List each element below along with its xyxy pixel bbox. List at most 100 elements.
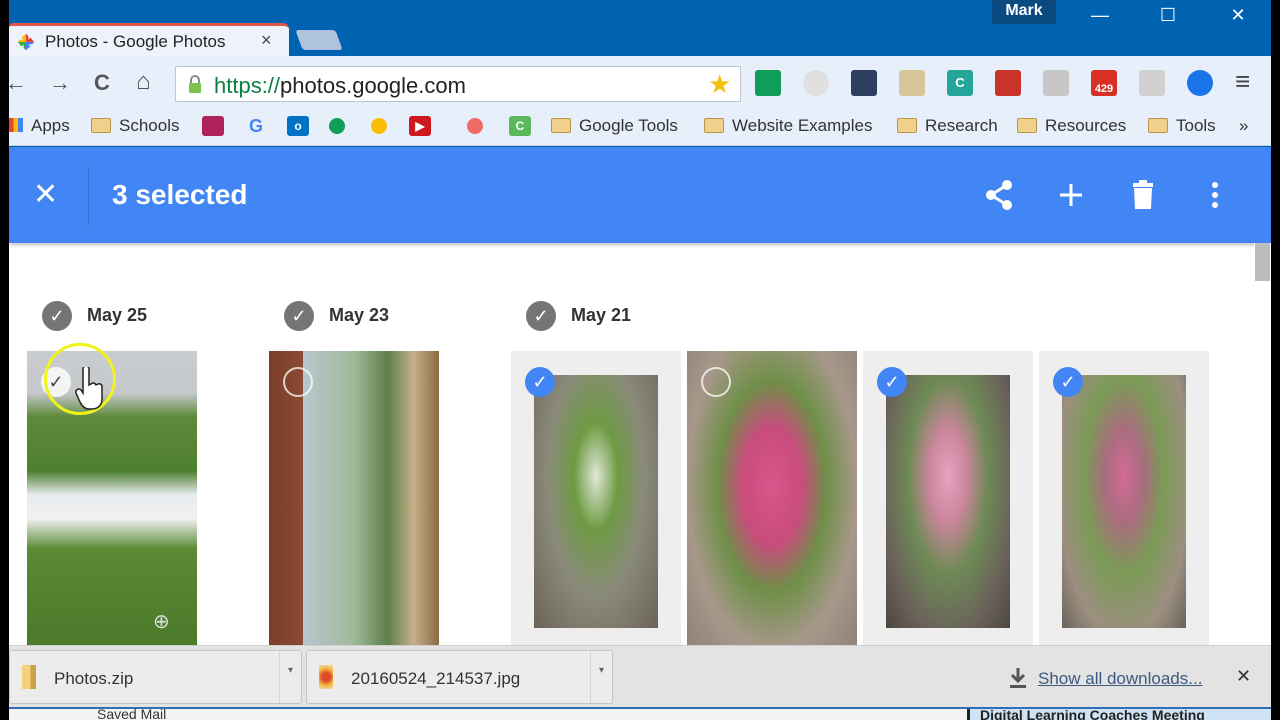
more-options-icon[interactable] — [1197, 175, 1233, 215]
screencastify-icon[interactable] — [851, 70, 877, 96]
download-arrow-icon — [1009, 666, 1027, 690]
background-meeting-text: Digital Learning Coaches Meeting — [967, 709, 1271, 720]
select-circle-icon[interactable]: ✓ — [41, 367, 71, 397]
google-bookmark-icon[interactable]: G — [245, 116, 267, 136]
browser-toolbar: ← → C ⌂ https://photos.google.com ★ C 429… — [9, 56, 1271, 108]
classroom-bookmark-icon[interactable] — [202, 116, 224, 136]
photo-thumbnail — [886, 375, 1010, 628]
photo-thumbnail — [1062, 375, 1186, 628]
photo-thumbnail — [534, 375, 658, 628]
select-circle-icon[interactable] — [283, 367, 313, 397]
tab-google-photos[interactable]: Photos - Google Photos × — [9, 23, 289, 56]
photo-tile[interactable]: ✓ ⊕ — [27, 351, 197, 645]
address-bar[interactable]: https://photos.google.com ★ — [175, 66, 741, 102]
bookmark-apps[interactable]: Apps — [9, 116, 70, 136]
bookmarks-overflow-button[interactable]: » — [1239, 116, 1248, 136]
reload-button[interactable]: C — [94, 70, 110, 96]
date-label: May 25 — [87, 305, 148, 325]
folder-icon — [1017, 118, 1037, 133]
selected-check-icon[interactable]: ✓ — [1053, 367, 1083, 397]
bookmark-folder-google-tools[interactable]: Google Tools — [551, 116, 678, 136]
chrome-menu-button[interactable]: ≡ — [1235, 66, 1250, 97]
close-downloads-bar-button[interactable]: ✕ — [1236, 666, 1251, 687]
bookmark-folder-tools[interactable]: Tools — [1148, 116, 1216, 136]
selected-check-icon[interactable]: ✓ — [525, 367, 555, 397]
water-bottle-icon[interactable] — [1187, 70, 1213, 96]
download-options-dropdown[interactable]: ▾ — [279, 651, 301, 703]
folder-icon — [91, 118, 111, 133]
folder-icon — [704, 118, 724, 133]
date-label: May 21 — [571, 305, 632, 325]
background-window-strip: Saved Mail Digital Learning Coaches Meet… — [9, 707, 1271, 720]
color-palette-icon[interactable] — [899, 70, 925, 96]
c-extension-icon[interactable]: C — [947, 70, 973, 96]
select-circle-icon[interactable] — [701, 367, 731, 397]
grid-apps-icon[interactable] — [1139, 70, 1165, 96]
selected-check-icon[interactable]: ✓ — [877, 367, 907, 397]
download-filename: Photos.zip — [54, 669, 134, 688]
photo-tile[interactable]: ✓ — [511, 351, 681, 645]
minimize-button[interactable]: — — [1077, 0, 1123, 30]
select-group-check-icon[interactable]: ✓ — [526, 301, 556, 331]
tab-close-button[interactable]: × — [261, 30, 272, 51]
bookmark-folder-resources[interactable]: Resources — [1017, 116, 1126, 136]
scrollbar-thumb[interactable] — [1255, 243, 1270, 281]
photo-tile[interactable]: ✓ — [1039, 351, 1209, 645]
show-all-downloads-link[interactable]: Show all downloads... — [1038, 669, 1202, 689]
select-group-check-icon[interactable]: ✓ — [284, 301, 314, 331]
red-book-icon[interactable] — [995, 70, 1021, 96]
google-classroom-icon[interactable] — [755, 70, 781, 96]
folder-icon — [897, 118, 917, 133]
title-bar: Photos - Google Photos × Mark — ☐ ✕ — [9, 0, 1271, 56]
tab-title: Photos - Google Photos — [45, 32, 226, 51]
folder-icon — [1148, 118, 1168, 133]
gmail-checker-icon[interactable]: 429 — [1091, 70, 1117, 96]
zoom-in-icon[interactable]: ⊕ — [153, 609, 179, 635]
selection-toolbar: ✕ 3 selected — [9, 147, 1271, 243]
photo-tile[interactable]: ✓ — [863, 351, 1033, 645]
trash-icon[interactable] — [1125, 175, 1161, 215]
back-button[interactable]: ← — [9, 70, 27, 96]
chat-bubble-icon[interactable] — [1043, 70, 1069, 96]
profile-name[interactable]: Mark — [992, 0, 1056, 24]
url-text[interactable]: https://photos.google.com — [214, 73, 466, 99]
google-drive-bookmark-icon[interactable] — [329, 118, 345, 134]
close-window-button[interactable]: ✕ — [1215, 0, 1261, 30]
bookmark-folder-research[interactable]: Research — [897, 116, 998, 136]
share-icon[interactable] — [981, 175, 1017, 215]
selection-count: 3 selected — [112, 179, 248, 210]
zip-file-icon — [22, 665, 36, 689]
bookmarks-bar: Apps Schools Go ▶ C Google Tools Website Exam… — [9, 108, 1271, 146]
lock-icon — [189, 75, 201, 93]
home-button[interactable]: ⌂ — [136, 68, 151, 96]
select-group-check-icon[interactable]: ✓ — [42, 301, 72, 331]
image-file-icon — [319, 665, 333, 689]
toolbar-divider — [88, 167, 89, 225]
download-item[interactable]: Photos.zip ▾ — [9, 650, 302, 704]
hand-cursor-icon — [75, 367, 103, 410]
download-filename: 20160524_214537.jpg — [351, 669, 521, 688]
page-scrollbar[interactable] — [1254, 243, 1271, 645]
youtube-bookmark-icon[interactable]: ▶ — [409, 116, 431, 136]
new-tab-button[interactable] — [295, 30, 343, 50]
maximize-button[interactable]: ☐ — [1145, 0, 1191, 30]
folder-icon — [551, 118, 571, 133]
outlook-bookmark-icon[interactable]: o — [287, 116, 309, 136]
apps-grid-icon — [9, 118, 23, 132]
asana-bookmark-icon[interactable] — [467, 118, 483, 134]
forward-button[interactable]: → — [49, 70, 71, 96]
date-label: May 23 — [329, 305, 390, 325]
bookmark-star-icon[interactable]: ★ — [708, 69, 731, 100]
photo-tile[interactable] — [687, 351, 857, 645]
bookmark-folder-schools[interactable]: Schools — [91, 116, 179, 136]
download-item[interactable]: 20160524_214537.jpg ▾ — [306, 650, 613, 704]
chrome-webstore-icon[interactable] — [803, 70, 829, 96]
photo-tile[interactable] — [269, 351, 439, 645]
c-bookmark-icon[interactable]: C — [509, 116, 531, 136]
clear-selection-button[interactable]: ✕ — [33, 177, 58, 213]
add-icon[interactable] — [1053, 175, 1089, 215]
download-options-dropdown[interactable]: ▾ — [590, 651, 612, 703]
browser-window: Photos - Google Photos × Mark — ☐ ✕ ← → … — [9, 0, 1271, 720]
bookmark-folder-website-examples[interactable]: Website Examples — [704, 116, 872, 136]
google-photos-bookmark-icon[interactable] — [371, 118, 387, 134]
